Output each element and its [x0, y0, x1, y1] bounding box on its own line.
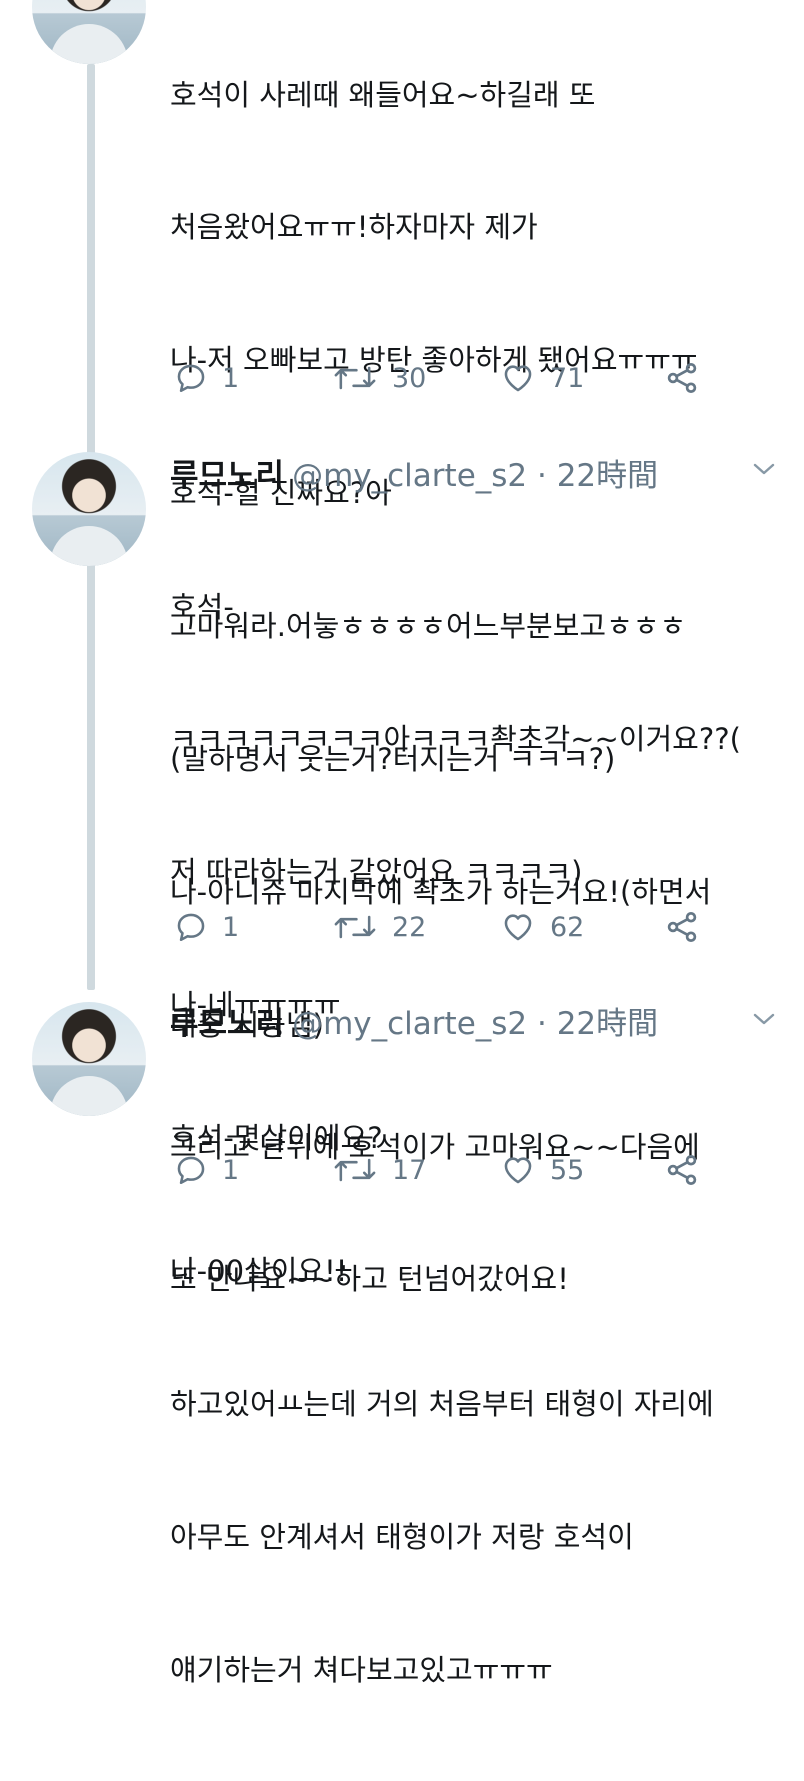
avatar[interactable] [32, 0, 146, 64]
reply-button[interactable]: 1 [174, 358, 239, 398]
share-icon [667, 912, 697, 942]
like-count: 62 [550, 911, 585, 943]
like-count: 71 [550, 362, 585, 394]
tweet-line: 처음왔어요ㅠㅠ!하자마자 제가 [170, 210, 538, 245]
more-button[interactable] [751, 460, 777, 480]
tweet-header: 루므노리 @my_clarte_s2 · 22時間 [170, 450, 658, 495]
retweet-icon [334, 366, 376, 390]
chevron-down-icon [753, 463, 775, 475]
avatar[interactable] [32, 1002, 146, 1116]
tweet-actions: 1 17 55 [0, 1150, 804, 1190]
retweet-count: 30 [392, 362, 427, 394]
tweet-line: 얘기하는거 쳐다보고있고ㅠㅠㅠ [170, 1652, 553, 1687]
handle-and-time: @my_clarte_s2 · 22時間 [292, 458, 659, 494]
like-button[interactable]: 55 [500, 1150, 584, 1190]
reply-icon [177, 913, 205, 942]
reply-button[interactable]: 1 [174, 907, 239, 947]
like-button[interactable]: 71 [500, 358, 584, 398]
chevron-down-icon [753, 1013, 775, 1025]
display-name[interactable]: 루므노리 [170, 458, 284, 494]
retweet-icon [334, 1158, 376, 1182]
retweet-icon [334, 915, 376, 939]
retweet-count: 17 [392, 1154, 427, 1186]
share-icon [667, 1155, 697, 1185]
heart-icon [504, 1157, 532, 1184]
more-button[interactable] [751, 1010, 777, 1030]
tweet-line: 호석- [170, 589, 234, 624]
like-button[interactable]: 62 [500, 907, 584, 947]
tweet-actions: 1 30 71 [0, 358, 804, 398]
avatar[interactable] [32, 452, 146, 566]
retweet-count: 22 [392, 911, 427, 943]
share-button[interactable] [664, 907, 700, 947]
retweet-button[interactable]: 17 [332, 1150, 426, 1190]
reply-button[interactable]: 1 [174, 1150, 239, 1190]
tweet-line: 아무도 안계셔서 태형이가 저랑 호석이 [170, 1519, 634, 1554]
reply-count: 1 [222, 362, 240, 394]
retweet-button[interactable]: 30 [332, 358, 426, 398]
heart-icon [504, 914, 532, 941]
tweet-line: 호석이 사레때 왜들어요~하길래 또 [170, 77, 596, 112]
reply-icon [177, 364, 205, 393]
reply-count: 1 [222, 911, 240, 943]
tweet-line: ㅋㅋㅋㅋㅋㅋㅋㅋ아ㅋㅋㅋ촥초각~~이거요??( [170, 722, 741, 757]
share-button[interactable] [664, 1150, 700, 1190]
reply-icon [177, 1156, 205, 1185]
retweet-button[interactable]: 22 [332, 907, 426, 947]
reply-count: 1 [222, 1154, 240, 1186]
share-button[interactable] [664, 358, 700, 398]
like-count: 55 [550, 1154, 585, 1186]
heart-icon [504, 365, 532, 392]
tweet-line: 저 따라하는거 같았어요 ㅋㅋㅋㅋ) [170, 855, 583, 890]
tweet-actions: 1 22 62 [0, 907, 804, 947]
tweet-line: 또 만나요~~하고 턴넘어갔어요! [170, 1262, 569, 1297]
share-icon [667, 363, 697, 393]
tweet-text: 그리고 난뒤에 호석이가 고마워요~~다음에 또 만나요~~하고 턴넘어갔어요! [170, 1036, 790, 1390]
